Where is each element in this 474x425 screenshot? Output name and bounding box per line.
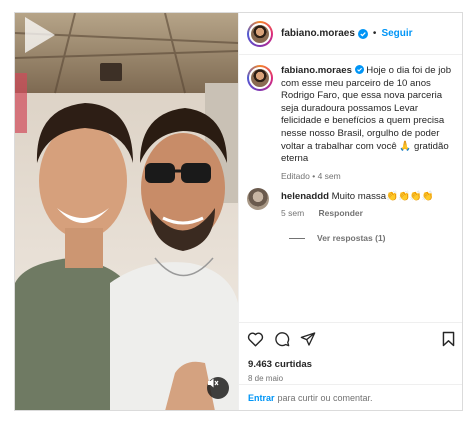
comment-icon[interactable] [274,331,290,347]
comment-item: helenaddd Muito massa👏👏👏👏 5 sem Responde… [247,188,459,218]
post-header: fabiano.moraes • Seguir [239,13,462,55]
post-media[interactable] [15,13,238,410]
author-username[interactable]: fabiano.moraes [281,28,355,39]
caption-meta: Editado • 4 sem [281,171,459,181]
follow-button[interactable]: Seguir [381,28,412,39]
separator-dot: • [312,170,316,181]
commenter-username[interactable]: helenaddd [281,191,329,202]
comment-body: Muito massa👏👏👏👏 [331,191,434,202]
share-icon[interactable] [300,331,316,347]
post-date[interactable]: 8 de maio [248,374,283,383]
actions-area: 9.463 curtidas 8 de maio [239,322,462,384]
reply-button[interactable]: Responder [319,208,363,218]
comment-text: helenaddd Muito massa👏👏👏👏 [281,188,459,203]
post-caption: fabiano.moraes Hoje o dia foi de job com… [247,65,459,181]
commenter-avatar[interactable] [247,188,269,210]
instagram-post: fabiano.moraes • Seguir fabiano.moraes H… [14,12,463,411]
caption-time[interactable]: 4 sem [318,171,341,181]
bookmark-icon[interactable] [442,331,455,347]
heart-icon[interactable] [247,331,264,347]
play-icon[interactable] [15,13,59,57]
post-photo [15,13,238,410]
verified-badge-icon [354,65,364,74]
login-comment-bar: Entrar para curtir ou comentar. [239,384,462,410]
comment-time[interactable]: 5 sem [281,208,304,218]
caption-avatar[interactable] [247,65,273,91]
view-replies-label: Ver respostas (1) [317,233,386,243]
caption-username[interactable]: fabiano.moraes [281,65,352,76]
replies-divider [289,237,305,239]
verified-badge-icon [357,28,368,39]
action-bar [247,331,316,347]
caption-body: Hoje o dia foi de job com esse meu parce… [281,65,452,165]
login-link[interactable]: Entrar [248,393,275,403]
edited-label: Editado [281,170,310,181]
author-avatar[interactable] [247,20,273,47]
sound-muted-icon[interactable] [207,377,229,399]
login-prompt-text: para curtir ou comentar. [277,393,373,403]
view-replies-button[interactable]: Ver respostas (1) [289,233,386,243]
comment-meta: 5 sem Responder [281,208,459,218]
likes-count[interactable]: 9.463 curtidas [248,359,312,370]
separator-dot: • [372,28,377,39]
caption-text: fabiano.moraes Hoje o dia foi de job com… [281,65,459,166]
post-side-panel: fabiano.moraes • Seguir fabiano.moraes H… [238,13,462,410]
